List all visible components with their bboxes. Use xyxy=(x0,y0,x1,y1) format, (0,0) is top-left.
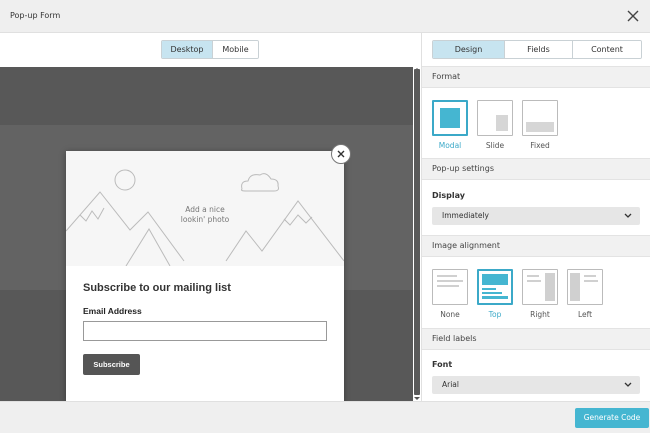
format-option-modal[interactable]: Modal xyxy=(432,100,468,150)
align-left-icon xyxy=(567,269,603,305)
chevron-down-icon xyxy=(624,213,632,218)
format-option-fixed[interactable]: Fixed xyxy=(522,100,558,150)
display-label: Display xyxy=(432,191,465,200)
alignment-option-left[interactable]: Left xyxy=(567,269,603,319)
fixed-format-icon xyxy=(522,100,558,136)
alignment-option-top[interactable]: Top xyxy=(477,269,513,319)
tab-design[interactable]: Design xyxy=(433,41,505,58)
font-label: Font xyxy=(432,360,453,369)
slide-format-icon xyxy=(477,100,513,136)
format-section-header: Format xyxy=(422,66,650,88)
popup-settings-section-header: Pop-up settings xyxy=(422,158,650,180)
settings-tabs: Design Fields Content xyxy=(432,40,642,59)
field-labels-section-header: Field labels xyxy=(422,328,650,350)
alignment-option-label: Left xyxy=(577,310,593,319)
display-select[interactable]: Immediately xyxy=(432,207,640,225)
popup-close-button[interactable] xyxy=(331,144,351,164)
subscribe-button[interactable]: Subscribe xyxy=(83,354,140,375)
close-icon xyxy=(337,150,345,158)
display-select-value: Immediately xyxy=(442,211,489,220)
photo-placeholder-line1: Add a nice xyxy=(185,205,225,214)
popup-form-preview: Add a nice lookin' photo Subscribe to ou… xyxy=(66,144,351,401)
align-right-icon xyxy=(522,269,558,305)
preview-area: Desktop Mobile Add a nice lookin' photo xyxy=(0,33,421,401)
alignment-option-label: None xyxy=(440,310,460,319)
format-option-label: Fixed xyxy=(530,141,550,150)
alignment-option-label: Top xyxy=(488,310,502,319)
popup-heading: Subscribe to our mailing list xyxy=(83,282,231,294)
title-bar: Pop-up Form xyxy=(0,0,650,33)
photo-placeholder-text: Add a nice lookin' photo xyxy=(66,205,344,225)
close-icon[interactable] xyxy=(624,7,642,25)
image-alignment-section-header: Image alignment xyxy=(422,235,650,257)
preview-stage: Add a nice lookin' photo Subscribe to ou… xyxy=(0,67,413,401)
align-top-icon xyxy=(477,269,513,305)
email-label: Email Address xyxy=(83,306,142,316)
chevron-down-icon xyxy=(624,382,632,387)
alignment-option-none[interactable]: None xyxy=(432,269,468,319)
format-option-slide[interactable]: Slide xyxy=(477,100,513,150)
mobile-view-button[interactable]: Mobile xyxy=(213,41,258,58)
view-toggle: Desktop Mobile xyxy=(161,40,259,59)
alignment-option-right[interactable]: Right xyxy=(522,269,558,319)
font-select[interactable]: Arial xyxy=(432,376,640,394)
format-option-label: Slide xyxy=(485,141,505,150)
generate-code-button[interactable]: Generate Code xyxy=(575,408,649,428)
footer-bar: Generate Code xyxy=(0,401,650,433)
window-title: Pop-up Form xyxy=(10,11,61,20)
email-field[interactable] xyxy=(83,321,327,341)
font-select-value: Arial xyxy=(442,380,459,389)
photo-placeholder[interactable]: Add a nice lookin' photo xyxy=(66,151,344,266)
align-none-icon xyxy=(432,269,468,305)
tab-fields[interactable]: Fields xyxy=(505,41,573,58)
desktop-view-button[interactable]: Desktop xyxy=(162,41,213,58)
alignment-option-label: Right xyxy=(530,310,550,319)
modal-format-icon xyxy=(432,100,468,136)
tab-content[interactable]: Content xyxy=(573,41,641,58)
format-option-label: Modal xyxy=(438,141,462,150)
preview-scrollbar[interactable] xyxy=(413,67,421,401)
scrollbar-thumb[interactable] xyxy=(414,69,420,395)
photo-placeholder-line2: lookin' photo xyxy=(180,215,230,224)
settings-panel: Design Fields Content Format Modal Slide… xyxy=(421,33,650,401)
